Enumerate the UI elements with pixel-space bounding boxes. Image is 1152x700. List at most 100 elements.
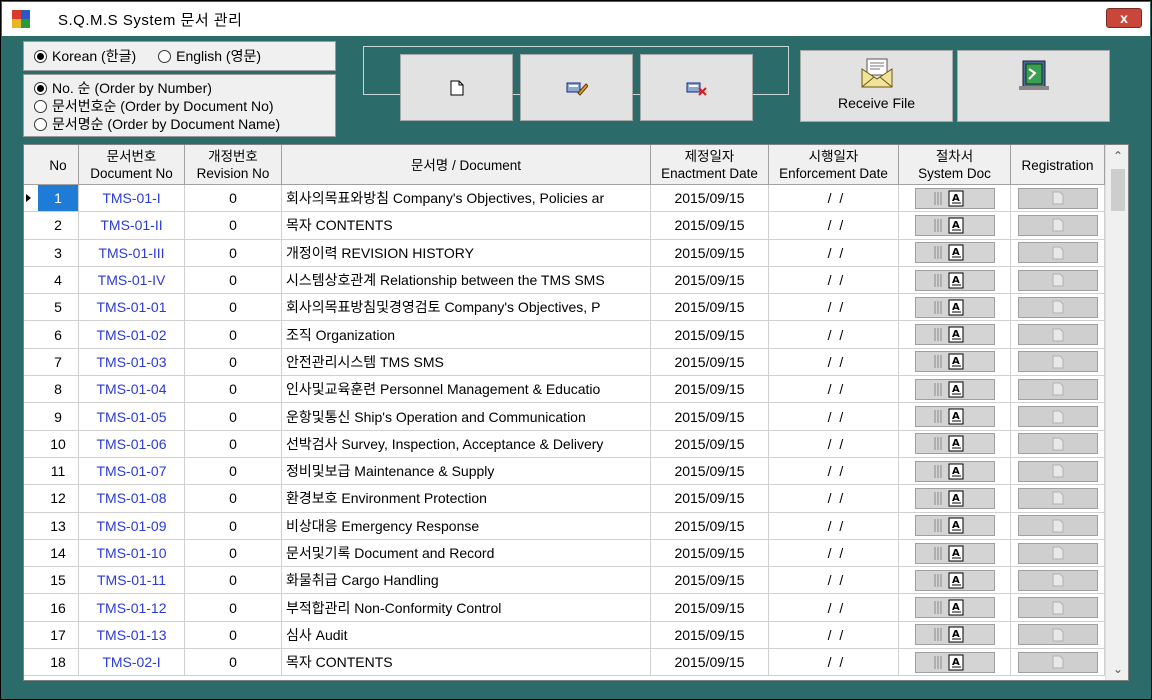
registration-button[interactable]: [1017, 187, 1098, 209]
cell-revision-no[interactable]: 0: [185, 512, 282, 539]
cell-document-no[interactable]: TMS-01-05: [79, 403, 185, 430]
registration-button[interactable]: [1017, 406, 1098, 428]
cell-enactment-date[interactable]: 2015/09/15: [651, 403, 769, 430]
cell-revision-no[interactable]: 0: [185, 376, 282, 403]
cell-enactment-date[interactable]: 2015/09/15: [651, 539, 769, 567]
cell-no[interactable]: 11: [38, 457, 79, 485]
open-system-doc-button[interactable]: A: [914, 351, 995, 373]
sort-by-number-radio[interactable]: No. 순 (Order by Number): [34, 79, 325, 97]
table-row[interactable]: 2 TMS-01-II 0 목자 CONTENTS 2015/09/15 / / A: [24, 212, 1105, 240]
cell-enforcement-date[interactable]: / /: [769, 567, 899, 594]
cell-no[interactable]: 12: [38, 485, 79, 512]
table-row[interactable]: 3 TMS-01-III 0 개정이력 REVISION HISTORY 2015/09…: [24, 239, 1105, 267]
registration-button[interactable]: [1017, 542, 1098, 564]
cell-revision-no[interactable]: 0: [185, 239, 282, 266]
cell-document-no[interactable]: TMS-02-I: [79, 649, 185, 676]
cell-document-name[interactable]: 안전관리시스템 TMS SMS: [282, 348, 651, 376]
cell-document-name[interactable]: 시스템상호관계 Relationship between the TMS SMS: [282, 266, 651, 294]
cell-document-name[interactable]: 회사의목표와방침 Company's Objectives, Policies …: [282, 185, 651, 212]
exit-button[interactable]: [957, 50, 1110, 122]
cell-document-no[interactable]: TMS-01-IV: [79, 266, 185, 294]
cell-revision-no[interactable]: 0: [185, 212, 282, 239]
cell-no[interactable]: 17: [38, 621, 79, 649]
cell-document-name[interactable]: 환경보호 Environment Protection: [282, 485, 651, 512]
cell-enforcement-date[interactable]: / /: [769, 539, 899, 567]
registration-button[interactable]: [1017, 242, 1098, 264]
cell-document-name[interactable]: 문서및기록 Document and Record: [282, 539, 651, 567]
cell-no[interactable]: 18: [38, 649, 79, 676]
cell-no[interactable]: 3: [38, 239, 79, 266]
table-row[interactable]: 1 TMS-01-I 0 회사의목표와방침 Company's Objectives,…: [24, 185, 1105, 213]
cell-document-name[interactable]: 심사 Audit: [282, 621, 651, 649]
open-system-doc-button[interactable]: A: [914, 460, 995, 482]
cell-revision-no[interactable]: 0: [185, 649, 282, 676]
edit-document-button[interactable]: [520, 54, 633, 121]
cell-no[interactable]: 9: [38, 403, 79, 430]
cell-enactment-date[interactable]: 2015/09/15: [651, 266, 769, 294]
table-row[interactable]: 13 TMS-01-09 0 비상대응 Emergency Response 2015/…: [24, 512, 1105, 540]
cell-enactment-date[interactable]: 2015/09/15: [651, 294, 769, 321]
cell-enforcement-date[interactable]: / /: [769, 621, 899, 649]
cell-enforcement-date[interactable]: / /: [769, 457, 899, 485]
english-radio[interactable]: English (영문): [158, 46, 261, 66]
col-header-no[interactable]: No: [38, 145, 79, 185]
cell-document-name[interactable]: 부적합관리 Non-Conformity Control: [282, 594, 651, 621]
cell-document-no[interactable]: TMS-01-09: [79, 512, 185, 539]
col-header-sysdoc[interactable]: 절차서 System Doc: [899, 145, 1011, 185]
open-system-doc-button[interactable]: A: [914, 214, 995, 236]
registration-button[interactable]: [1017, 460, 1098, 482]
cell-no[interactable]: 10: [38, 430, 79, 457]
cell-enactment-date[interactable]: 2015/09/15: [651, 185, 769, 212]
registration-button[interactable]: [1017, 487, 1098, 509]
cell-enactment-date[interactable]: 2015/09/15: [651, 567, 769, 594]
cell-enactment-date[interactable]: 2015/09/15: [651, 457, 769, 485]
cell-enforcement-date[interactable]: / /: [769, 512, 899, 539]
table-row[interactable]: 14 TMS-01-10 0 문서및기록 Document and Record 201…: [24, 539, 1105, 568]
registration-button[interactable]: [1017, 515, 1098, 537]
open-system-doc-button[interactable]: A: [914, 433, 995, 455]
registration-button[interactable]: [1017, 351, 1098, 373]
korean-radio[interactable]: Korean (한글): [34, 46, 136, 66]
cell-no[interactable]: 1: [38, 185, 79, 212]
cell-document-name[interactable]: 개정이력 REVISION HISTORY: [282, 239, 651, 266]
cell-document-no[interactable]: TMS-01-01: [79, 294, 185, 321]
registration-button[interactable]: [1017, 569, 1098, 591]
cell-revision-no[interactable]: 0: [185, 321, 282, 348]
cell-document-name[interactable]: 목자 CONTENTS: [282, 649, 651, 676]
cell-no[interactable]: 7: [38, 348, 79, 376]
cell-no[interactable]: 13: [38, 512, 79, 539]
cell-no[interactable]: 2: [38, 212, 79, 239]
table-row[interactable]: 7 TMS-01-03 0 안전관리시스템 TMS SMS 2015/09/15 / /…: [24, 348, 1105, 377]
table-row[interactable]: 10 TMS-01-06 0 선박검사 Survey, Inspection, Acc…: [24, 430, 1105, 458]
open-system-doc-button[interactable]: A: [914, 542, 995, 564]
cell-enforcement-date[interactable]: / /: [769, 348, 899, 376]
cell-document-name[interactable]: 인사및교육훈련 Personnel Management & Educatio: [282, 376, 651, 403]
cell-enforcement-date[interactable]: / /: [769, 266, 899, 294]
table-row[interactable]: 4 TMS-01-IV 0 시스템상호관계 Relationship between …: [24, 266, 1105, 295]
registration-button[interactable]: [1017, 269, 1098, 291]
open-system-doc-button[interactable]: A: [914, 515, 995, 537]
registration-button[interactable]: [1017, 624, 1098, 646]
cell-revision-no[interactable]: 0: [185, 185, 282, 212]
cell-revision-no[interactable]: 0: [185, 539, 282, 567]
cell-document-no[interactable]: TMS-01-III: [79, 239, 185, 266]
cell-enactment-date[interactable]: 2015/09/15: [651, 512, 769, 539]
cell-enforcement-date[interactable]: / /: [769, 321, 899, 348]
cell-enforcement-date[interactable]: / /: [769, 212, 899, 239]
cell-revision-no[interactable]: 0: [185, 457, 282, 485]
col-header-registration[interactable]: Registration: [1011, 145, 1105, 185]
cell-document-no[interactable]: TMS-01-I: [79, 185, 185, 212]
cell-no[interactable]: 16: [38, 594, 79, 621]
cell-document-no[interactable]: TMS-01-11: [79, 567, 185, 594]
table-row[interactable]: 6 TMS-01-02 0 조직 Organization 2015/09/15 / /…: [24, 321, 1105, 349]
cell-revision-no[interactable]: 0: [185, 348, 282, 376]
cell-enactment-date[interactable]: 2015/09/15: [651, 376, 769, 403]
cell-no[interactable]: 6: [38, 321, 79, 348]
cell-document-no[interactable]: TMS-01-10: [79, 539, 185, 567]
cell-document-name[interactable]: 운항및통신 Ship's Operation and Communication: [282, 403, 651, 430]
open-system-doc-button[interactable]: A: [914, 269, 995, 291]
cell-enforcement-date[interactable]: / /: [769, 485, 899, 512]
delete-document-button[interactable]: [640, 54, 753, 121]
open-system-doc-button[interactable]: A: [914, 597, 995, 619]
cell-document-no[interactable]: TMS-01-02: [79, 321, 185, 348]
